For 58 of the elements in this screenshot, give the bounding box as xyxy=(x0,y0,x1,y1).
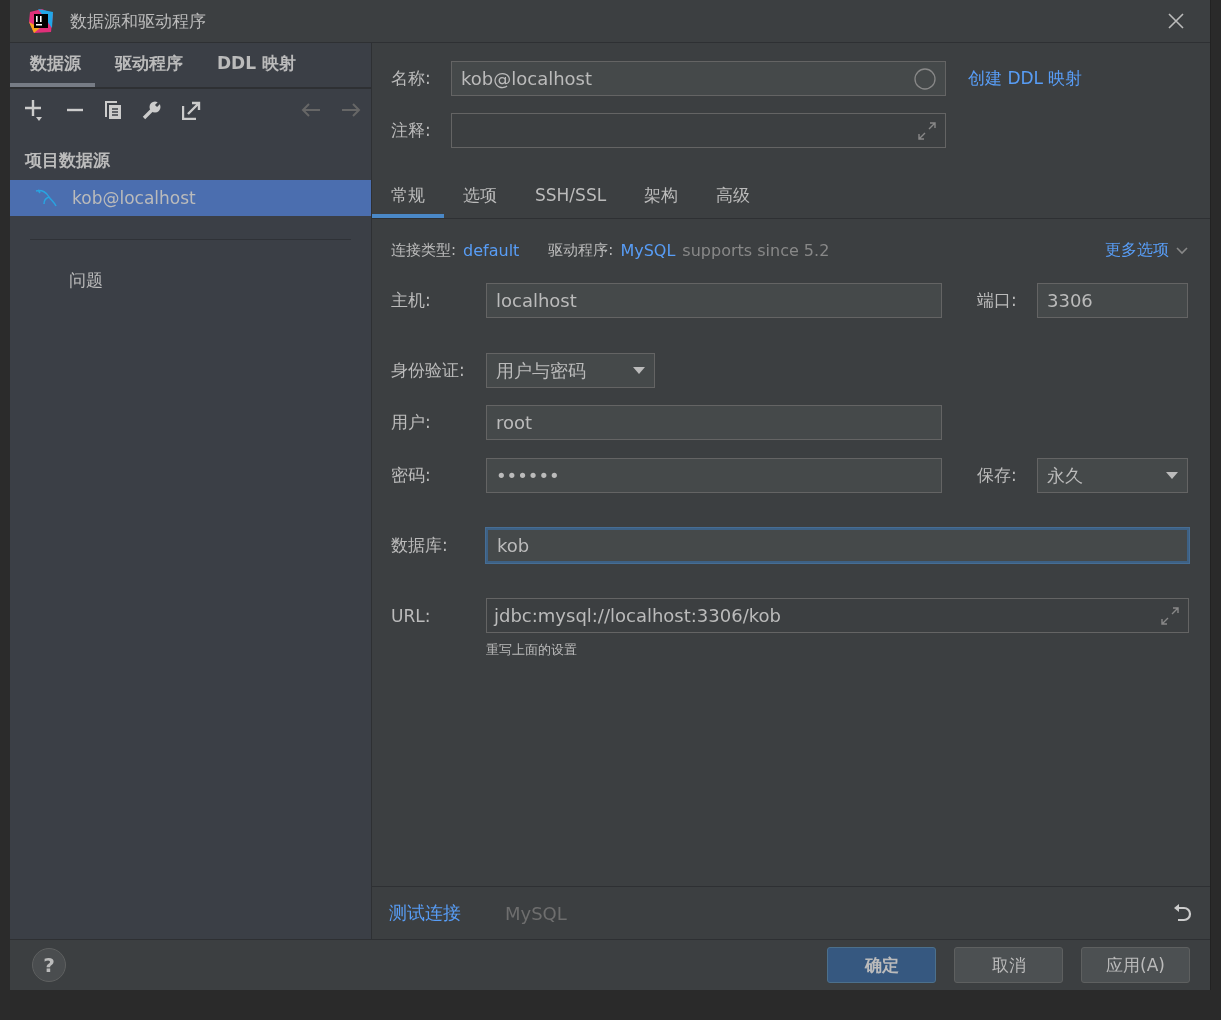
driver-link[interactable]: MySQL xyxy=(620,241,676,260)
dialog-button[interactable]: 应用(A) xyxy=(1081,947,1190,983)
comment-field[interactable] xyxy=(451,113,946,148)
sidebar-tab[interactable]: 驱动程序 xyxy=(95,43,197,87)
dropdown-arrow-icon xyxy=(633,367,645,374)
auth-dropdown[interactable]: 用户与密码 xyxy=(486,353,655,388)
port-field[interactable]: 3306 xyxy=(1037,283,1188,318)
field-label: 主机: xyxy=(390,289,432,312)
driver-label: 驱动程序: xyxy=(548,241,614,260)
expand-icon[interactable] xyxy=(918,121,936,140)
test-connection-link[interactable]: 测试连接 xyxy=(389,901,461,925)
database-field[interactable]: kob xyxy=(486,528,1189,563)
dolphin-icon xyxy=(34,188,58,208)
datasource-item[interactable]: kob@localhost xyxy=(10,180,371,216)
app-logo-icon xyxy=(28,8,54,34)
dropdown-arrow-icon xyxy=(1166,472,1178,479)
url-field[interactable]: jdbc:mysql://localhost:3306/kob xyxy=(486,598,1189,633)
field-label: 数据库: xyxy=(390,534,449,557)
sidebar-tab[interactable]: DDL 映射 xyxy=(197,43,310,87)
window-title: 数据源和驱动程序 xyxy=(70,9,206,33)
sidebar-tab[interactable]: 数据源 xyxy=(10,43,95,87)
close-icon[interactable] xyxy=(1168,13,1184,29)
field-label: 注释: xyxy=(390,119,432,142)
dialog-button[interactable]: 取消 xyxy=(954,947,1063,983)
export-icon[interactable] xyxy=(182,100,201,120)
expand-icon[interactable] xyxy=(1161,606,1179,625)
section-title: 项目数据源 xyxy=(23,149,111,172)
tab[interactable]: SSH/SSL xyxy=(516,176,626,218)
problems-label[interactable]: 问题 xyxy=(10,240,371,292)
field-label: URL: xyxy=(390,605,432,626)
save-dropdown[interactable]: 永久 xyxy=(1037,458,1188,493)
field-label: 身份验证: xyxy=(390,359,466,382)
circle-icon xyxy=(914,67,936,90)
tab[interactable]: 架构 xyxy=(625,176,698,218)
url-hint: 重写上面的设置 xyxy=(485,641,578,659)
create-ddl-mapping-link[interactable]: 创建 DDL 映射 xyxy=(968,67,1083,90)
name-field[interactable]: kob@localhost xyxy=(451,61,946,96)
driver-note: supports since 5.2 xyxy=(682,241,830,260)
field-label: 名称: xyxy=(390,67,432,90)
connection-type-link[interactable]: default xyxy=(463,241,520,260)
wrench-icon[interactable] xyxy=(142,100,162,120)
tab[interactable]: 选项 xyxy=(444,176,516,218)
chevron-down-icon[interactable] xyxy=(1176,246,1188,255)
user-field[interactable]: root xyxy=(486,405,942,440)
field-label: 端口: xyxy=(976,289,1018,312)
host-field[interactable]: localhost xyxy=(486,283,942,318)
copy-icon[interactable] xyxy=(104,100,122,120)
field-label: 密码: xyxy=(390,464,432,487)
help-button[interactable]: ? xyxy=(32,948,66,982)
undo-icon[interactable] xyxy=(1172,903,1192,923)
dialog-button[interactable]: 确定 xyxy=(827,947,936,983)
more-options-link[interactable]: 更多选项 xyxy=(1105,240,1169,261)
password-field[interactable]: •••••• xyxy=(486,458,942,493)
field-label: 用户: xyxy=(390,411,432,434)
connection-type-label: 连接类型: xyxy=(391,241,457,260)
tab[interactable]: 常规 xyxy=(372,176,444,218)
tab[interactable]: 高级 xyxy=(697,176,770,218)
field-label: 保存: xyxy=(976,464,1018,487)
